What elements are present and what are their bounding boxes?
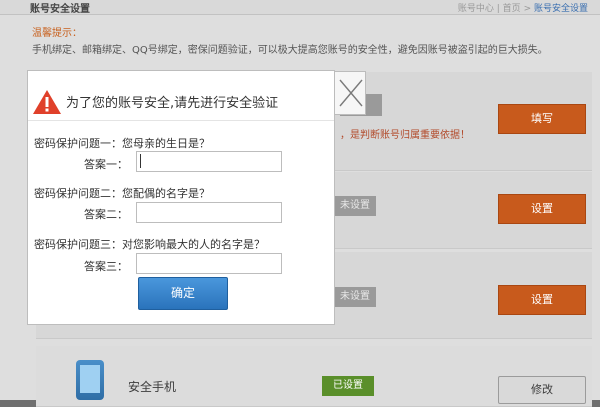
close-x-icon bbox=[339, 79, 363, 107]
fill-button[interactable]: 填写 bbox=[498, 104, 586, 134]
answer-1-label: 答案一： bbox=[84, 158, 128, 171]
security-phone-label: 安全手机 bbox=[128, 380, 177, 394]
answer-3-input[interactable] bbox=[136, 253, 282, 274]
text-cursor bbox=[140, 154, 141, 168]
breadcrumb-current[interactable]: 账号安全设置 bbox=[534, 4, 588, 14]
set-button[interactable]: 设置 bbox=[498, 285, 586, 315]
status-badge: 已设置 bbox=[322, 376, 374, 396]
page-header: 账号安全设置 账号中心 | 首页 > 账号安全设置 bbox=[0, 0, 600, 15]
dialog-title: 为了您的账号安全,请先进行安全验证 bbox=[66, 96, 279, 111]
answer-2-label: 答案二： bbox=[84, 208, 128, 221]
close-button[interactable] bbox=[334, 71, 366, 115]
confirm-button[interactable]: 确定 bbox=[138, 277, 228, 310]
tip-label: 温馨提示： bbox=[32, 28, 82, 39]
security-question-2: 密码保护问题二：您配偶的名字是？ bbox=[34, 187, 210, 200]
set-button[interactable]: 设置 bbox=[498, 194, 586, 224]
security-question-1: 密码保护问题一：您母亲的生日是？ bbox=[34, 137, 210, 150]
phone-icon bbox=[76, 360, 104, 400]
warning-triangle-icon bbox=[33, 90, 61, 114]
tip-text: 手机绑定、邮箱绑定、QQ号绑定，密保问题验证，可以极大提高您账号的安全性，避免因… bbox=[32, 45, 548, 56]
answer-2-input[interactable] bbox=[136, 202, 282, 223]
page-title: 账号安全设置 bbox=[30, 4, 90, 15]
breadcrumb-home[interactable]: 首页 bbox=[503, 4, 521, 14]
divider bbox=[28, 120, 334, 121]
status-badge: 未设置 bbox=[334, 196, 376, 216]
status-badge: 未设置 bbox=[334, 287, 376, 307]
answer-1-input[interactable] bbox=[136, 151, 282, 172]
breadcrumb-separator: | bbox=[496, 4, 500, 14]
answer-3-label: 答案三： bbox=[84, 260, 128, 273]
breadcrumb: 账号中心 | 首页 > 账号安全设置 bbox=[457, 4, 588, 14]
warning-text: ，是判断账号归属重要依据！ bbox=[340, 130, 470, 141]
breadcrumb-account-center[interactable]: 账号中心 bbox=[458, 4, 494, 14]
security-question-3: 密码保护问题三：对您影响最大的人的名字是？ bbox=[34, 238, 265, 251]
